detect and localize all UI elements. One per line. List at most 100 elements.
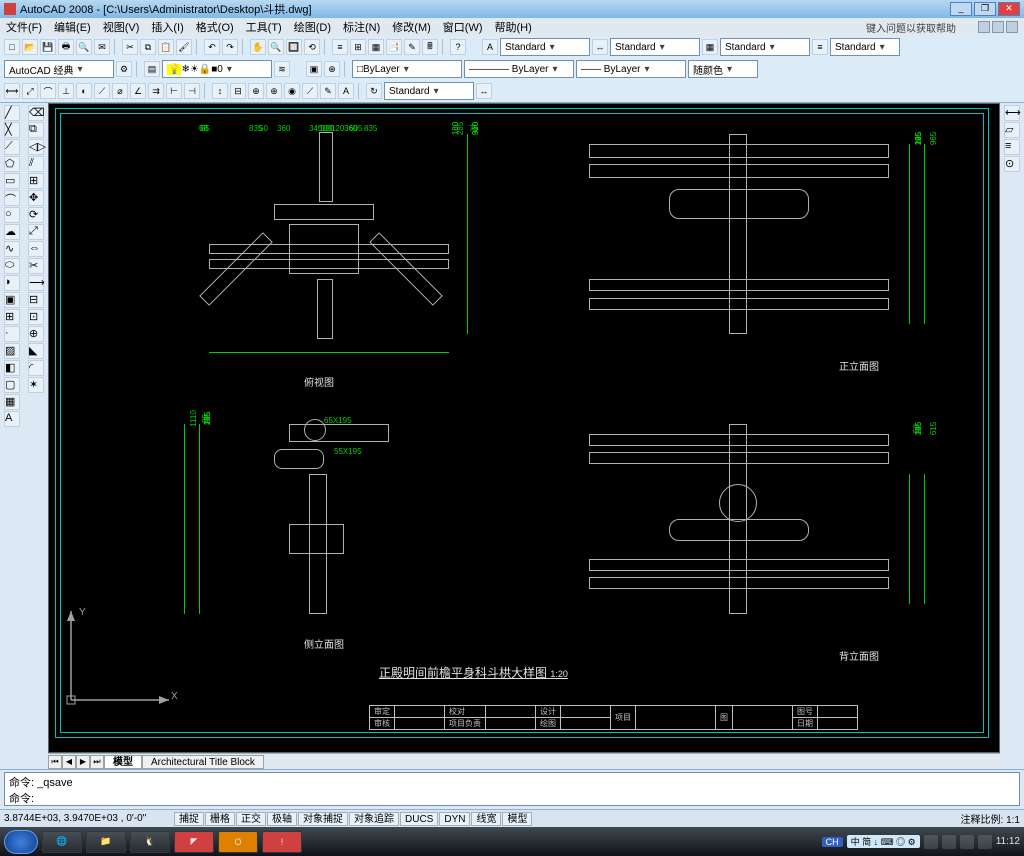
make-block-icon[interactable]: ⊞ (4, 309, 20, 325)
zoom-win-icon[interactable]: 🔲 (286, 39, 302, 55)
menu-help[interactable]: 帮助(H) (495, 19, 532, 35)
dim-jog-icon[interactable]: ⟋ (94, 83, 110, 99)
tab-first-icon[interactable]: ⏮ (48, 755, 62, 769)
table-icon[interactable]: ▦ (4, 394, 20, 410)
ellipse-arc-icon[interactable]: ◗ (4, 275, 20, 291)
tab-model[interactable]: 模型 (104, 755, 142, 769)
clock[interactable]: 11:12 (996, 836, 1020, 847)
task-qq-icon[interactable]: 🐧 (130, 831, 170, 853)
dim-space-icon[interactable]: ↕ (212, 83, 228, 99)
preview-icon[interactable]: 🔍 (76, 39, 92, 55)
list-icon[interactable]: ≡ (1004, 139, 1020, 155)
tablestyle-icon[interactable]: ▦ (702, 39, 718, 55)
tab-prev-icon[interactable]: ◀ (62, 755, 76, 769)
fillet-icon[interactable]: ◜ (28, 360, 44, 376)
move-icon[interactable]: ✥ (28, 190, 44, 206)
dim-edit-icon[interactable]: ✎ (320, 83, 336, 99)
dist-icon[interactable]: ⟷ (1004, 105, 1020, 121)
calc-icon[interactable]: 🖩 (422, 39, 438, 55)
help-icon[interactable]: ? (450, 39, 466, 55)
id-icon[interactable]: ⊙ (1004, 156, 1020, 172)
rotate-icon[interactable]: ⟳ (28, 207, 44, 223)
tab-next-icon[interactable]: ▶ (76, 755, 90, 769)
chamfer-icon[interactable]: ◣ (28, 343, 44, 359)
mdi-min-icon[interactable] (978, 21, 990, 33)
inspect-icon[interactable]: ◉ (284, 83, 300, 99)
zoom-rt-icon[interactable]: 🔍 (268, 39, 284, 55)
props-icon[interactable]: ≡ (332, 39, 348, 55)
tab-layout1[interactable]: Architectural Title Block (142, 755, 264, 769)
save-icon[interactable]: 💾 (40, 39, 56, 55)
dim-angular-icon[interactable]: ∠ (130, 83, 146, 99)
menu-format[interactable]: 格式(O) (196, 19, 234, 35)
mlstyle-icon[interactable]: ≡ (812, 39, 828, 55)
revcloud-icon[interactable]: ☁ (4, 224, 20, 240)
command-window[interactable]: 命令: _qsave 命令: (4, 772, 1020, 806)
layer-prev-icon[interactable]: ≋ (274, 61, 290, 77)
copy2-icon[interactable]: ⧉ (28, 122, 44, 138)
dim-update-icon[interactable]: ↻ (366, 83, 382, 99)
model-canvas[interactable]: 100 360 360 910 50 605 300 55 345 180 18… (48, 103, 1000, 753)
text-style-combo[interactable]: Standard (500, 38, 590, 56)
zoom-prev-icon[interactable]: ⟲ (304, 39, 320, 55)
menu-dimension[interactable]: 标注(N) (343, 19, 380, 35)
minimize-button[interactable]: _ (950, 2, 972, 16)
ellipse-icon[interactable]: ⬭ (4, 258, 20, 274)
dim-aligned-icon[interactable]: ⤢ (22, 83, 38, 99)
lineweight-combo[interactable]: —— ByLayer (576, 60, 686, 78)
ws-settings-icon[interactable]: ⚙ (116, 61, 132, 77)
dim-radius-icon[interactable]: ◐ (76, 83, 92, 99)
redo-icon[interactable]: ↷ (222, 39, 238, 55)
xline-icon[interactable]: ╳ (4, 122, 20, 138)
dim-ordinate-icon[interactable]: ⊥ (58, 83, 74, 99)
insert-icon[interactable]: ⊕ (324, 61, 340, 77)
dim-arc-icon[interactable]: ⌒ (40, 83, 56, 99)
ime-toolbar[interactable]: 中 简 ↓ ⌨ ◎ ⚙ (847, 835, 920, 848)
linetype-combo[interactable]: ———— ByLayer (464, 60, 574, 78)
table-style-combo[interactable]: Standard (720, 38, 810, 56)
match-icon[interactable]: 🖌 (176, 39, 192, 55)
maximize-button[interactable]: ❐ (974, 2, 996, 16)
break-pt-icon[interactable]: ⊟ (28, 292, 44, 308)
join-icon[interactable]: ⊕ (28, 326, 44, 342)
layer-props-icon[interactable]: ▤ (144, 61, 160, 77)
circle-icon[interactable]: ○ (4, 207, 20, 223)
pan-icon[interactable]: ✋ (250, 39, 266, 55)
dimstyle-edit-icon[interactable]: ↔ (476, 83, 492, 99)
ime-indicator[interactable]: CH (822, 837, 843, 847)
dim-continue-icon[interactable]: ⊣ (184, 83, 200, 99)
block-insert-icon[interactable]: ▣ (4, 292, 20, 308)
trim-icon[interactable]: ✂ (28, 258, 44, 274)
dim-diameter-icon[interactable]: ⌀ (112, 83, 128, 99)
array-icon[interactable]: ⊞ (28, 173, 44, 189)
plotstyle-combo[interactable]: 随颜色 (688, 60, 758, 78)
open-icon[interactable]: 📂 (22, 39, 38, 55)
hatch-icon[interactable]: ▨ (4, 343, 20, 359)
dim-quick-icon[interactable]: ⇉ (148, 83, 164, 99)
paste-icon[interactable]: 📋 (158, 39, 174, 55)
break-icon[interactable]: ⊡ (28, 309, 44, 325)
extend-icon[interactable]: ⟶ (28, 275, 44, 291)
spline-icon[interactable]: ∿ (4, 241, 20, 257)
new-icon[interactable]: □ (4, 39, 20, 55)
task-folder-icon[interactable]: 📁 (86, 831, 126, 853)
cmd-prompt[interactable]: 命令: (9, 790, 1015, 806)
markup-icon[interactable]: ✎ (404, 39, 420, 55)
tray-icon-4[interactable] (978, 835, 992, 849)
polygon-icon[interactable]: ⬠ (4, 156, 20, 172)
point-icon[interactable]: · (4, 326, 20, 342)
task-app-icon[interactable]: O (218, 831, 258, 853)
center-mark-icon[interactable]: ⊕ (266, 83, 282, 99)
menu-tool[interactable]: 工具(T) (246, 19, 282, 35)
color-combo[interactable]: □ByLayer (352, 60, 462, 78)
toolpal-icon[interactable]: ▦ (368, 39, 384, 55)
publish-icon[interactable]: ✉ (94, 39, 110, 55)
tray-icon-1[interactable] (924, 835, 938, 849)
scale-icon[interactable]: ⤢ (28, 224, 44, 240)
dim-tedit-icon[interactable]: A (338, 83, 354, 99)
close-button[interactable]: ✕ (998, 2, 1020, 16)
mdi-close-icon[interactable] (1006, 21, 1018, 33)
task-app2-icon[interactable]: ! (262, 831, 302, 853)
cut-icon[interactable]: ✂ (122, 39, 138, 55)
area-icon[interactable]: ▱ (1004, 122, 1020, 138)
